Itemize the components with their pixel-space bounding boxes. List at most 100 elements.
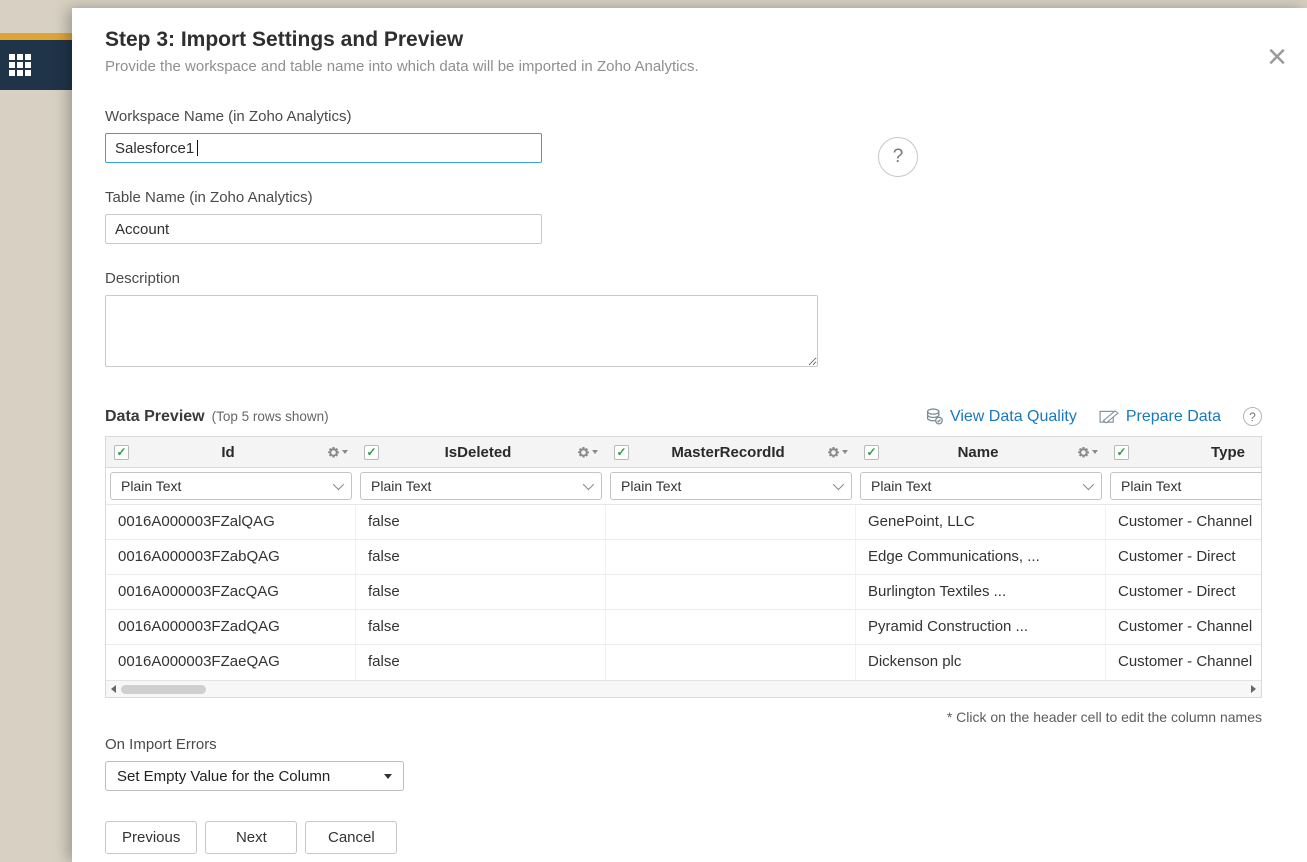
on-import-errors-select[interactable]: Set Empty Value for the Column xyxy=(105,761,404,791)
column-header-id[interactable]: ✓ Id xyxy=(106,437,356,467)
table-name-input[interactable] xyxy=(105,214,542,244)
check-icon: ✓ xyxy=(366,446,376,458)
on-import-errors-label: On Import Errors xyxy=(105,736,1307,753)
check-icon: ✓ xyxy=(116,446,126,458)
workspace-name-input[interactable] xyxy=(105,133,542,163)
table-cell: Customer - Direct xyxy=(1106,575,1261,609)
select-arrow-icon xyxy=(384,774,392,779)
column-header-type[interactable]: ✓ Type xyxy=(1106,437,1261,467)
top-accent-bar xyxy=(0,33,72,40)
previous-button[interactable]: Previous xyxy=(105,821,197,854)
preview-help-icon[interactable]: ? xyxy=(1243,407,1262,426)
table-row: 0016A000003FZabQAG false Edge Communicat… xyxy=(106,540,1261,575)
column-settings-gear-icon[interactable] xyxy=(827,446,848,459)
scrollbar-thumb[interactable] xyxy=(121,685,206,694)
edit-columns-note: * Click on the header cell to edit the c… xyxy=(105,709,1262,725)
column-label: IsDeleted xyxy=(379,444,577,461)
table-cell xyxy=(606,610,856,644)
table-cell: Burlington Textiles ... xyxy=(856,575,1106,609)
column-type-value: Plain Text xyxy=(121,478,181,494)
column-type-select[interactable]: Plain Text xyxy=(360,472,602,500)
column-header-name[interactable]: ✓ Name xyxy=(856,437,1106,467)
table-cell: Customer - Channel xyxy=(1106,645,1261,680)
column-type-select[interactable]: Plain Text xyxy=(610,472,852,500)
table-cell: 0016A000003FZabQAG xyxy=(106,540,356,574)
table-cell xyxy=(606,575,856,609)
table-name-label: Table Name (in Zoho Analytics) xyxy=(105,189,1262,206)
table-cell xyxy=(606,645,856,680)
column-checkbox[interactable]: ✓ xyxy=(614,445,629,460)
table-cell: GenePoint, LLC xyxy=(856,505,1106,539)
column-label: Id xyxy=(129,444,327,461)
column-checkbox[interactable]: ✓ xyxy=(1114,445,1129,460)
table-row: 0016A000003FZalQAG false GenePoint, LLC … xyxy=(106,505,1261,540)
cancel-button[interactable]: Cancel xyxy=(305,821,397,854)
dialog-footer: Previous Next Cancel xyxy=(105,821,1307,854)
text-caret xyxy=(197,140,198,156)
column-type-select[interactable]: Plain Text xyxy=(1110,472,1261,500)
prepare-data-link[interactable]: Prepare Data xyxy=(1099,408,1221,426)
next-button[interactable]: Next xyxy=(205,821,297,854)
app-sidebar-header xyxy=(0,40,72,90)
table-cell: false xyxy=(356,505,606,539)
table-cell: false xyxy=(356,610,606,644)
table-row: 0016A000003FZacQAG false Burlington Text… xyxy=(106,575,1261,610)
column-type-value: Plain Text xyxy=(871,478,931,494)
description-label: Description xyxy=(105,270,1262,287)
view-data-quality-link[interactable]: View Data Quality xyxy=(926,408,1077,426)
apps-grid-icon[interactable] xyxy=(9,54,31,76)
on-import-errors-value: Set Empty Value for the Column xyxy=(117,768,330,785)
check-icon: ✓ xyxy=(616,446,626,458)
column-header-isdeleted[interactable]: ✓ IsDeleted xyxy=(356,437,606,467)
chevron-down-icon xyxy=(1083,479,1094,490)
table-cell: 0016A000003FZalQAG xyxy=(106,505,356,539)
table-cell: false xyxy=(356,575,606,609)
view-data-quality-label: View Data Quality xyxy=(950,408,1077,426)
help-icon[interactable]: ? xyxy=(878,137,918,177)
workspace-name-label: Workspace Name (in Zoho Analytics) xyxy=(105,108,1262,125)
table-cell: Customer - Direct xyxy=(1106,540,1261,574)
table-cell: 0016A000003FZacQAG xyxy=(106,575,356,609)
data-preview-title: Data Preview xyxy=(105,408,205,426)
column-settings-gear-icon[interactable] xyxy=(577,446,598,459)
data-preview-table: ✓ Id ✓ IsDeleted ✓ MasterRecordId xyxy=(105,436,1262,698)
table-row: 0016A000003FZadQAG false Pyramid Constru… xyxy=(106,610,1261,645)
table-cell: Customer - Channel xyxy=(1106,610,1261,644)
column-type-value: Plain Text xyxy=(1121,478,1181,494)
table-cell: false xyxy=(356,540,606,574)
scroll-left-icon[interactable] xyxy=(111,685,116,693)
table-cell: Edge Communications, ... xyxy=(856,540,1106,574)
table-header-row: ✓ Id ✓ IsDeleted ✓ MasterRecordId xyxy=(106,437,1261,468)
data-preview-header: Data Preview (Top 5 rows shown) View Dat… xyxy=(105,407,1262,426)
column-type-value: Plain Text xyxy=(371,478,431,494)
column-type-value: Plain Text xyxy=(621,478,681,494)
horizontal-scrollbar[interactable] xyxy=(106,680,1261,697)
chevron-down-icon xyxy=(583,479,594,490)
import-settings-dialog: × Step 3: Import Settings and Preview Pr… xyxy=(72,8,1307,862)
table-cell: Customer - Channel xyxy=(1106,505,1261,539)
data-quality-icon xyxy=(926,408,943,425)
on-import-errors-section: On Import Errors Set Empty Value for the… xyxy=(105,736,1307,791)
column-type-select[interactable]: Plain Text xyxy=(860,472,1102,500)
column-checkbox[interactable]: ✓ xyxy=(364,445,379,460)
column-label: Name xyxy=(879,444,1077,461)
table-cell: 0016A000003FZadQAG xyxy=(106,610,356,644)
close-icon[interactable]: × xyxy=(1261,42,1293,72)
table-cell: 0016A000003FZaeQAG xyxy=(106,645,356,680)
column-header-masterrecordid[interactable]: ✓ MasterRecordId xyxy=(606,437,856,467)
check-icon: ✓ xyxy=(1116,446,1126,458)
column-settings-gear-icon[interactable] xyxy=(327,446,348,459)
import-settings-form: Workspace Name (in Zoho Analytics) Table… xyxy=(105,108,1262,367)
column-checkbox[interactable]: ✓ xyxy=(114,445,129,460)
scroll-right-icon[interactable] xyxy=(1251,685,1256,693)
column-settings-gear-icon[interactable] xyxy=(1077,446,1098,459)
column-type-select[interactable]: Plain Text xyxy=(110,472,352,500)
prepare-data-label: Prepare Data xyxy=(1126,408,1221,426)
column-checkbox[interactable]: ✓ xyxy=(864,445,879,460)
table-cell: Dickenson plc xyxy=(856,645,1106,680)
table-cell: Pyramid Construction ... xyxy=(856,610,1106,644)
table-cell: false xyxy=(356,645,606,680)
page-title: Step 3: Import Settings and Preview xyxy=(105,28,1262,52)
column-label: Type xyxy=(1129,444,1261,461)
description-textarea[interactable] xyxy=(105,295,818,367)
